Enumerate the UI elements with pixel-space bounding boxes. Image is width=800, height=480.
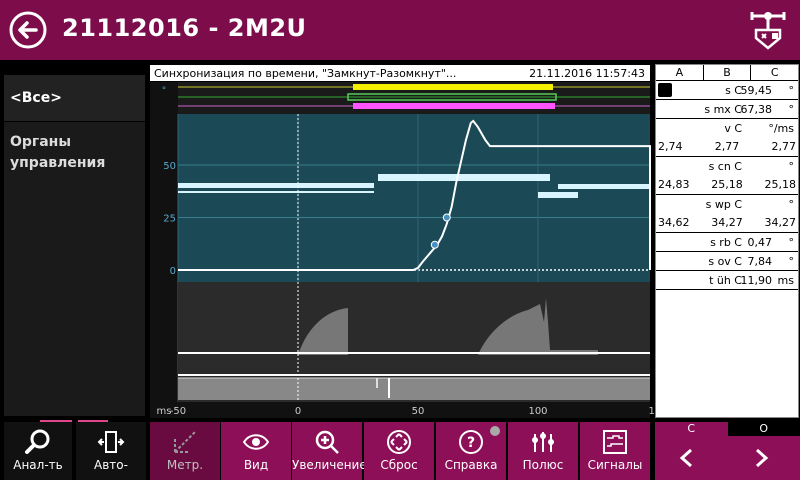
auto-scale-icon — [97, 431, 125, 453]
measurement-table: A B C s C 59,45 ° s mx C 67,38 ° v C °/m… — [655, 64, 799, 418]
table-row: s C 59,45 ° — [656, 81, 798, 100]
chart-svg[interactable]: Синхронизация по времени, "Замкнут-Разом… — [148, 60, 654, 418]
x-tick-label: 0 — [295, 406, 301, 417]
main-plot-bg — [178, 114, 650, 282]
table-row: t üh C 11,90 ms — [656, 271, 798, 290]
sidebar-item-controls[interactable]: Органы управления — [4, 122, 145, 416]
table-col-a[interactable]: A — [656, 65, 704, 80]
help-icon: ? — [459, 430, 483, 454]
magnifier-icon — [25, 429, 50, 454]
x-tick-label: 150 — [648, 406, 654, 417]
svg-text:?: ? — [467, 435, 475, 451]
reset-icon — [387, 430, 411, 454]
measure-icon — [174, 431, 196, 453]
app-header: 21112016 - 2M2U — [0, 0, 800, 60]
chevron-left-icon[interactable] — [677, 448, 697, 468]
test-device-icon[interactable] — [748, 8, 788, 52]
y-unit-label: ° — [162, 86, 167, 96]
table-row: s ov C 7,84 ° — [656, 252, 798, 271]
timing-bar-magenta — [353, 103, 555, 109]
threshold-bar-right-top — [558, 184, 650, 189]
x-tick-label: -50 — [170, 406, 186, 417]
y-tick-label: 50 — [163, 161, 176, 172]
chart-info-title: Синхронизация по времени, "Замкнут-Разом… — [154, 67, 456, 80]
x-tick-label: 100 — [528, 406, 547, 417]
chart-timestamp: 21.11.2016 11:57:43 — [529, 67, 645, 80]
x-axis-bar — [150, 402, 650, 418]
eye-icon — [242, 434, 270, 450]
measure-point-1 — [430, 240, 439, 249]
table-row: s cn C ° 24,83 25,18 25,18 — [656, 157, 798, 195]
zoom-in-icon — [315, 430, 339, 454]
y-tick-label: 25 — [163, 214, 176, 225]
sidebar-item-all[interactable]: <Все> — [4, 75, 145, 121]
table-row: v C °/ms 2,74 2,77 2,77 — [656, 119, 798, 157]
reset-button[interactable]: Сброс — [364, 422, 434, 480]
back-arrow-icon[interactable] — [8, 10, 48, 50]
link-icon[interactable] — [658, 83, 672, 97]
analyze-button[interactable]: Анал-ть — [4, 422, 72, 480]
page-title: 21112016 - 2M2U — [62, 14, 307, 42]
table-col-c[interactable]: C — [751, 65, 798, 80]
signals-icon — [603, 430, 627, 454]
y-axis-column — [150, 82, 178, 418]
chart-panel: Синхронизация по времени, "Замкнут-Разом… — [148, 60, 654, 418]
zoom-button[interactable]: Увеличение — [292, 422, 367, 480]
measure-point-2 — [442, 213, 451, 222]
view-button[interactable]: Вид — [221, 422, 291, 480]
nav-panel: C O — [655, 422, 800, 480]
table-col-b[interactable]: B — [704, 65, 752, 80]
signal-noise-band — [178, 378, 650, 400]
tab-o[interactable]: O — [727, 422, 800, 436]
table-header: A B C — [656, 65, 798, 81]
timing-bar-yellow — [353, 84, 553, 90]
threshold-bar-mid — [378, 174, 550, 181]
table-row: s rb C 0,47 ° — [656, 233, 798, 252]
chevron-right-icon[interactable] — [751, 448, 771, 468]
threshold-bar-right-bottom — [538, 192, 578, 198]
signals-button[interactable]: Сигналы — [580, 422, 650, 480]
metr-button[interactable]: Метр. — [150, 422, 220, 480]
pole-button[interactable]: Полюс — [508, 422, 578, 480]
table-row: s mx C 67,38 ° — [656, 100, 798, 119]
sidebar: <Все> Органы управления — [0, 60, 148, 418]
y-tick-label: 0 — [170, 266, 176, 277]
help-status-dot — [490, 426, 500, 436]
tab-c[interactable]: C — [655, 422, 728, 436]
pole-icon — [532, 432, 554, 452]
auto-button[interactable]: Авто- — [76, 422, 146, 480]
threshold-bar-left-bottom — [178, 191, 374, 193]
x-tick-label: 50 — [412, 406, 425, 417]
help-button[interactable]: ? Справка — [436, 422, 506, 480]
threshold-bar-left-top — [178, 183, 374, 188]
table-row: s wp C ° 34,62 34,27 34,27 — [656, 195, 798, 233]
